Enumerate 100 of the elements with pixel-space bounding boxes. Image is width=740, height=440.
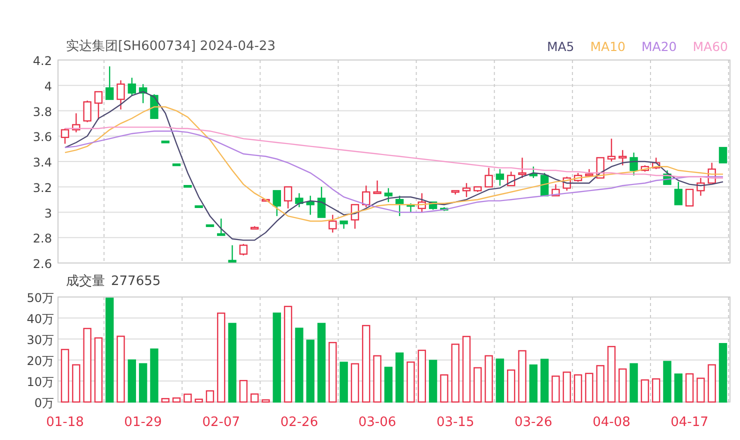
volume-bar	[496, 358, 504, 403]
candlestick	[518, 158, 526, 178]
volume-title: 成交量	[66, 273, 105, 290]
candlestick	[128, 78, 136, 96]
volume-bar	[94, 337, 103, 403]
volume-bar	[540, 358, 549, 403]
legend-label: MA5	[546, 38, 574, 54]
volume-bar	[384, 366, 393, 403]
candlestick	[150, 94, 158, 119]
candlestick	[663, 170, 672, 185]
volume-value: 277655	[111, 274, 161, 288]
x-axis-label: 03-06	[358, 415, 396, 430]
candlestick	[228, 245, 236, 263]
x-axis-label: 02-26	[280, 415, 318, 430]
volume-bar	[574, 374, 582, 403]
y-axis-label: 3	[44, 206, 52, 220]
volume-bar	[194, 398, 203, 403]
volume-bar	[406, 362, 415, 403]
volume-bar	[116, 336, 125, 403]
y-axis-label: 40万	[26, 312, 54, 326]
x-axis-label: 04-08	[592, 415, 630, 430]
candlestick	[384, 188, 393, 202]
volume-bar	[585, 372, 594, 403]
candlestick	[106, 66, 114, 100]
volume-bar	[184, 394, 192, 403]
candlestick	[552, 184, 560, 196]
candlestick	[496, 169, 504, 186]
x-axis-label: 03-26	[514, 415, 552, 430]
candlestick	[696, 178, 705, 196]
y-axis-label: 4.2	[32, 56, 52, 68]
volume-bar	[262, 399, 270, 403]
y-axis-label: 20万	[26, 354, 54, 368]
candlestick	[708, 162, 716, 184]
volume-bar	[596, 365, 604, 403]
candlestick	[574, 172, 582, 182]
candlestick	[395, 196, 404, 216]
candlestick	[350, 204, 360, 229]
candlestick	[562, 176, 571, 191]
candlestick	[451, 190, 460, 194]
candlestick	[529, 166, 538, 178]
volume-bar	[328, 342, 337, 403]
candlestick	[138, 84, 148, 104]
candlestick	[60, 128, 70, 144]
candlestick	[340, 220, 348, 229]
candlestick	[640, 165, 650, 172]
volume-bar	[306, 340, 314, 403]
candlestick	[652, 158, 660, 170]
x-axis-label: 02-07	[202, 415, 240, 430]
candlestick	[362, 186, 370, 208]
volume-bar	[451, 344, 460, 403]
volume-bar	[640, 379, 650, 403]
volume-bar	[518, 350, 526, 403]
volume-bar	[552, 376, 560, 403]
y-axis-label: 2.8	[32, 232, 52, 246]
x-axis-label: 01-18	[46, 415, 84, 430]
volume-bar	[250, 393, 259, 403]
x-axis-label: 01-29	[124, 415, 162, 430]
y-axis-label: 3.2	[32, 180, 52, 195]
volume-bar	[138, 363, 148, 403]
candlestick	[373, 180, 382, 194]
candlestick	[250, 226, 259, 230]
volume-bar	[60, 348, 70, 403]
volume-bar	[630, 363, 638, 403]
y-axis-label: 30万	[26, 333, 54, 347]
y-axis-label: 10万	[26, 375, 54, 389]
candlestick	[418, 193, 426, 212]
y-axis-label: 4	[44, 79, 52, 94]
volume-bar	[373, 355, 382, 403]
candlestick	[540, 172, 549, 196]
candlestick	[72, 113, 80, 132]
volume-bar	[172, 397, 181, 403]
volume-bar	[663, 360, 672, 403]
legend-label: MA60	[692, 38, 728, 54]
volume-bar	[696, 378, 705, 403]
candlestick	[172, 163, 181, 166]
candlestick	[685, 188, 694, 206]
candlestick	[440, 207, 448, 211]
candlestick	[462, 183, 471, 198]
candlestick	[618, 150, 627, 166]
candlestick	[585, 169, 594, 177]
candlestick	[272, 190, 281, 216]
candlestick	[484, 168, 493, 188]
candlestick	[474, 186, 482, 192]
candlestick	[83, 100, 92, 122]
candlestick	[284, 186, 292, 208]
volume-bar	[685, 373, 694, 403]
candlestick	[317, 186, 326, 218]
volume-bar	[652, 378, 660, 403]
candlestick	[206, 224, 214, 228]
candlestick	[239, 244, 248, 256]
candlestick	[184, 185, 192, 188]
volume-bar	[718, 343, 728, 403]
volume-bar	[128, 359, 136, 403]
y-axis-label: 3.4	[32, 156, 52, 170]
volume-bar	[674, 373, 682, 403]
candlestick	[306, 196, 314, 215]
volume-bar	[484, 355, 493, 403]
candlestick	[507, 172, 516, 186]
candlestick	[328, 214, 337, 233]
volume-bar	[161, 398, 170, 403]
